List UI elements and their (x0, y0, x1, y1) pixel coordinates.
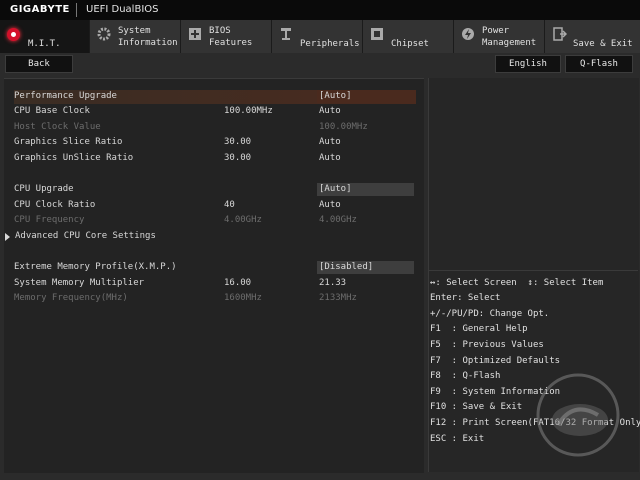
setting-value: [Disabled] (319, 262, 374, 272)
setting-row-system-memory-multiplier[interactable]: System Memory Multiplier 16.00 21.33 (14, 277, 416, 291)
current-value: 30.00 (224, 153, 252, 163)
tab-label: Peripherals (300, 39, 360, 49)
bios-features-icon (189, 28, 201, 40)
setting-value: Auto (319, 200, 341, 210)
setting-label: Performance Upgrade (14, 91, 117, 101)
setting-label: CPU Clock Ratio (14, 200, 96, 210)
help-line: F8 : Q-Flash (430, 371, 501, 381)
current-value: 100.00MHz (224, 106, 273, 116)
setting-label: Extreme Memory Profile(X.M.P.) (14, 262, 177, 272)
exit-icon (553, 27, 567, 41)
tab-system-information[interactable]: System Information (90, 20, 181, 53)
setting-row-memory-frequency: Memory Frequency(MHz) 1600MHz 2133MHz (14, 292, 416, 306)
brand-divider (76, 3, 77, 17)
setting-value: Auto (319, 153, 341, 163)
current-value: 40 (224, 200, 235, 210)
setting-row-cpu-upgrade[interactable]: CPU Upgrade [Auto] (14, 183, 416, 197)
help-line: F1 : General Help (430, 324, 528, 334)
back-button[interactable]: Back (5, 55, 73, 73)
setting-label: System Memory Multiplier (14, 278, 145, 288)
power-icon (462, 28, 474, 40)
setting-row-performance-upgrade[interactable]: Performance Upgrade [Auto] (14, 90, 416, 104)
setting-row-graphics-unslice-ratio[interactable]: Graphics UnSlice Ratio 30.00 Auto (14, 152, 416, 166)
product-title: UEFI DualBIOS (86, 4, 159, 15)
setting-value: 4.00GHz (319, 215, 357, 225)
help-line: F5 : Previous Values (430, 340, 544, 350)
tab-chipset[interactable]: Chipset (363, 20, 454, 53)
help-line: F7 : Optimized Defaults (430, 356, 561, 366)
current-value: 4.00GHz (224, 215, 262, 225)
tab-label: BIOS Features (209, 26, 253, 48)
tab-label: System Information (118, 26, 178, 48)
tab-label: M.I.T. (28, 39, 61, 49)
tab-peripherals[interactable]: Peripherals (272, 20, 363, 53)
setting-row-graphics-slice-ratio[interactable]: Graphics Slice Ratio 30.00 Auto (14, 136, 416, 150)
tab-label: Power Management (482, 26, 537, 48)
setting-row-host-clock-value: Host Clock Value 100.00MHz (14, 121, 416, 135)
tab-label: Chipset (391, 39, 429, 49)
gear-icon (97, 27, 111, 41)
setting-value: Auto (319, 137, 341, 147)
setting-row-cpu-clock-ratio[interactable]: CPU Clock Ratio 40 Auto (14, 199, 416, 213)
setting-value: 21.33 (319, 278, 347, 288)
tab-power-management[interactable]: Power Management (454, 20, 545, 53)
setting-row-cpu-base-clock[interactable]: CPU Base Clock 100.00MHz Auto (14, 105, 416, 119)
submenu-label: Advanced CPU Core Settings (15, 231, 156, 241)
setting-row-cpu-frequency: CPU Frequency 4.00GHz 4.00GHz (14, 214, 416, 228)
current-value: 16.00 (224, 278, 252, 288)
top-bar: GIGABYTE UEFI DualBIOS (0, 0, 640, 20)
setting-row-xmp[interactable]: Extreme Memory Profile(X.M.P.) [Disabled… (14, 261, 416, 275)
setting-value: Auto (319, 106, 341, 116)
chipset-icon (371, 28, 383, 40)
help-line: Enter: Select (430, 293, 501, 303)
setting-value: 2133MHz (319, 293, 357, 303)
language-button[interactable]: English (495, 55, 561, 73)
tab-bios-features[interactable]: BIOS Features (181, 20, 272, 53)
tab-save-exit[interactable]: Save & Exit (545, 20, 640, 53)
mit-icon (7, 28, 20, 41)
action-bar: Back English Q-Flash (0, 53, 640, 75)
tab-mit[interactable]: M.I.T. (0, 20, 90, 53)
setting-label: Graphics UnSlice Ratio (14, 153, 134, 163)
setting-label: CPU Base Clock (14, 106, 90, 116)
watermark-logo (536, 373, 620, 457)
help-divider (428, 270, 638, 271)
current-value: 1600MHz (224, 293, 262, 303)
current-value: 30.00 (224, 137, 252, 147)
peripherals-icon (281, 28, 291, 40)
setting-label: CPU Frequency (14, 215, 85, 225)
help-line: F10 : Save & Exit (430, 402, 523, 412)
setting-value: [Auto] (319, 91, 352, 101)
setting-label: Memory Frequency(MHz) (14, 293, 128, 303)
help-line: ↔: Select Screen ↕: Select Item (430, 278, 604, 288)
brand-logo: GIGABYTE (10, 4, 70, 15)
setting-value: [Auto] (319, 184, 352, 194)
setting-label: CPU Upgrade (14, 184, 74, 194)
submenu-arrow-icon (5, 233, 10, 241)
setting-label: Graphics Slice Ratio (14, 137, 123, 147)
help-line: +/-/PU/PD: Change Opt. (430, 309, 550, 319)
setting-label: Host Clock Value (14, 122, 101, 132)
help-line: ESC : Exit (430, 434, 485, 444)
tab-label: Save & Exit (573, 39, 633, 49)
setting-value: 100.00MHz (319, 122, 368, 132)
qflash-button[interactable]: Q-Flash (565, 55, 633, 73)
main-tabs: M.I.T. System Information BIOS Features … (0, 20, 640, 53)
